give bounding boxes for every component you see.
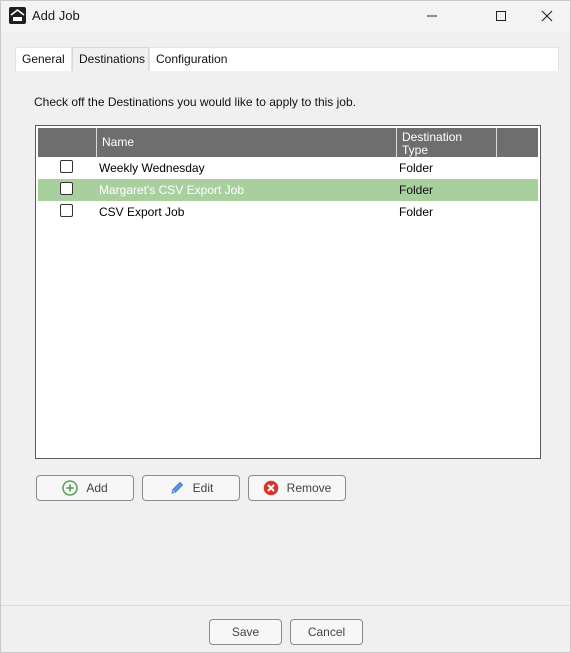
app-logo-icon <box>9 7 26 24</box>
add-button[interactable]: Add <box>36 475 134 501</box>
tab-strip: General Destinations Configuration <box>15 47 559 71</box>
maximize-icon <box>496 11 506 21</box>
row-type: Folder <box>399 161 434 175</box>
title-bar[interactable]: Add Job <box>1 1 570 31</box>
table-row-selected[interactable]: Margaret's CSV Export Job Folder <box>38 179 538 201</box>
table-row[interactable]: Weekly Wednesday Folder <box>38 157 538 179</box>
tab-configuration[interactable]: Configuration <box>149 47 559 71</box>
edit-button[interactable]: Edit <box>142 475 240 501</box>
pencil-icon <box>169 480 185 496</box>
add-job-window: Add Job General Destinations Configurati… <box>0 0 571 653</box>
cancel-button[interactable]: Cancel <box>290 619 363 645</box>
destinations-grid[interactable]: Name Destination Type Weekly Wednesday F… <box>35 125 541 459</box>
tab-destinations[interactable]: Destinations <box>72 47 149 71</box>
header-name-column[interactable]: Name <box>97 128 397 157</box>
window-title: Add Job <box>32 8 80 23</box>
row-checkbox[interactable] <box>60 204 73 217</box>
add-label: Add <box>86 481 108 495</box>
instructions-text: Check off the Destinations you would lik… <box>34 95 356 109</box>
row-checkbox[interactable] <box>60 160 73 173</box>
header-destination-type-column[interactable]: Destination Type <box>397 128 497 157</box>
row-checkbox[interactable] <box>60 182 73 195</box>
edit-label: Edit <box>192 481 214 495</box>
row-name: CSV Export Job <box>99 205 185 219</box>
maximize-button[interactable] <box>478 1 524 31</box>
save-button[interactable]: Save <box>209 619 282 645</box>
header-check-column[interactable] <box>38 128 97 157</box>
row-name: Weekly Wednesday <box>99 161 205 175</box>
close-icon <box>541 10 553 22</box>
remove-label: Remove <box>286 481 332 495</box>
header-type-line2: Type <box>402 143 429 157</box>
row-type: Folder <box>399 183 434 197</box>
grid-header: Name Destination Type <box>38 128 538 157</box>
add-icon <box>62 480 79 496</box>
row-type: Folder <box>399 205 434 219</box>
remove-icon <box>263 480 279 496</box>
minimize-icon <box>427 15 437 17</box>
close-button[interactable] <box>524 1 570 31</box>
row-name: Margaret's CSV Export Job <box>99 183 245 197</box>
remove-button[interactable]: Remove <box>248 475 346 501</box>
tab-general[interactable]: General <box>15 47 72 71</box>
table-row[interactable]: CSV Export Job Folder <box>38 201 538 223</box>
header-filler-column <box>497 128 538 157</box>
minimize-button[interactable] <box>409 1 455 31</box>
footer-divider <box>1 605 570 606</box>
